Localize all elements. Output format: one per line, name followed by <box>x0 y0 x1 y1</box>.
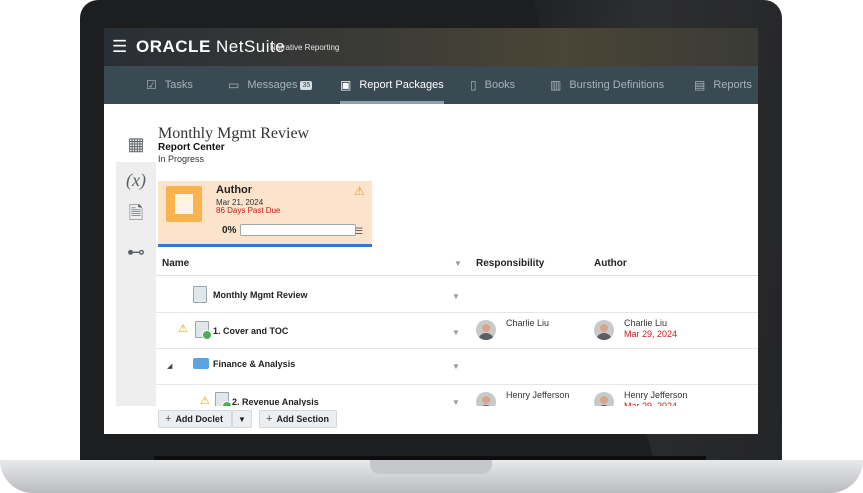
tab-label: Tasks <box>164 79 193 91</box>
list-icon[interactable]: ☰ <box>355 226 363 237</box>
brand-logo: ORACLE NetSuite <box>136 37 285 57</box>
avatar <box>594 320 614 340</box>
doclet-checked-in-icon <box>195 321 212 340</box>
footer-toolbar: + Add Doclet ▼ + Add Section <box>104 406 758 434</box>
progress-bar <box>240 224 356 236</box>
sort-icon[interactable]: ▼ <box>454 259 462 268</box>
column-header-author[interactable]: Author <box>594 251 627 275</box>
avatar <box>476 320 496 340</box>
collapse-triangle-icon[interactable]: ◢ <box>167 362 172 370</box>
add-doclet-dropdown-icon[interactable]: ▼ <box>232 410 252 428</box>
card-title: Author <box>216 184 253 196</box>
tab-label: Messages <box>247 79 298 91</box>
add-doclet-button[interactable]: + Add Doclet <box>158 410 232 428</box>
tab-label: Bursting Definitions <box>569 79 665 91</box>
hamburger-menu-icon[interactable]: ☰ <box>112 37 127 57</box>
left-rail: ▦ (x) 🗎 ⊷ <box>116 126 156 434</box>
tab-label: Reports <box>713 79 752 91</box>
report-icon: ▤ <box>694 78 706 92</box>
row-name: 1. Cover and TOC <box>213 326 289 336</box>
progress-percent: 0% <box>222 225 237 236</box>
author-person: Charlie Liu <box>624 318 668 328</box>
laptop-notch <box>370 460 492 474</box>
row-menu-icon[interactable]: ▼ <box>452 362 460 371</box>
checkbox-icon: ☑ <box>146 78 157 92</box>
message-count-badge: 35 <box>300 80 313 90</box>
tab-tasks[interactable]: ☑ Tasks <box>146 66 193 104</box>
document-search-icon[interactable]: 🗎 <box>116 198 156 234</box>
card-selected-indicator <box>158 244 372 247</box>
author-due-date: Mar 29, 2024 <box>624 329 678 339</box>
row-menu-icon[interactable]: ▼ <box>452 328 460 337</box>
grid-view-icon[interactable]: ▦ <box>116 126 156 162</box>
folder-icon <box>193 358 209 369</box>
package-status: In Progress <box>158 154 205 164</box>
add-section-button[interactable]: + Add Section <box>259 410 337 428</box>
add-doclet-label: Add Doclet <box>175 414 223 424</box>
warning-icon: ⚠ <box>354 184 365 198</box>
card-due-status: 86 Days Past Due <box>216 206 281 215</box>
brand-oracle: ORACLE <box>136 37 211 56</box>
page-subtitle: Report Center <box>158 142 225 153</box>
plus-icon: + <box>266 413 273 425</box>
book-icon: ▯ <box>470 78 477 92</box>
tab-messages[interactable]: ▭ Messages 35 <box>228 66 313 104</box>
author-person: Henry Jefferson <box>624 390 688 400</box>
tab-reports[interactable]: ▤ Reports <box>694 66 752 104</box>
tab-report-packages[interactable]: ▣ Report Packages <box>340 66 444 104</box>
product-name: Narrative Reporting <box>270 43 340 52</box>
document-icon <box>166 186 202 222</box>
tab-label: Report Packages <box>359 79 444 91</box>
responsibility-person: Charlie Liu <box>506 318 550 328</box>
page-title: Monthly Mgmt Review <box>158 125 310 142</box>
tab-books[interactable]: ▯ Books <box>470 66 515 104</box>
row-name: Monthly Mgmt Review <box>213 290 308 300</box>
row-menu-icon[interactable]: ▼ <box>452 292 460 301</box>
bursting-icon: ▥ <box>550 78 562 92</box>
app-screen: ☰ ORACLE NetSuite Narrative Reporting ☑ … <box>104 28 758 434</box>
tab-label: Books <box>484 79 516 91</box>
responsibility-person: Henry Jefferson <box>506 390 570 400</box>
main-content: ▦ (x) 🗎 ⊷ Monthly Mgmt Review Report Cen… <box>104 104 758 434</box>
row-name: Finance & Analysis <box>213 359 296 369</box>
tab-bar: ☑ Tasks ▭ Messages 35 ▣ Report Packages … <box>104 66 758 104</box>
warning-icon: ⚠ <box>178 323 188 335</box>
variables-icon[interactable]: (x) <box>116 162 156 198</box>
plus-icon: + <box>165 413 172 425</box>
column-header-responsibility[interactable]: Responsibility <box>476 251 544 275</box>
message-icon: ▭ <box>228 78 240 92</box>
author-phase-card[interactable]: Author Mar 21, 2024 86 Days Past Due ⚠ 0… <box>158 181 372 244</box>
top-bar: ☰ ORACLE NetSuite Narrative Reporting <box>104 28 758 66</box>
report-package-icon: ▣ <box>340 78 352 92</box>
column-header-name[interactable]: Name <box>162 251 189 275</box>
report-document-icon <box>193 286 207 303</box>
tab-bursting-definitions[interactable]: ▥ Bursting Definitions <box>550 66 664 104</box>
hierarchy-icon[interactable]: ⊷ <box>116 234 156 270</box>
add-section-label: Add Section <box>276 414 329 424</box>
